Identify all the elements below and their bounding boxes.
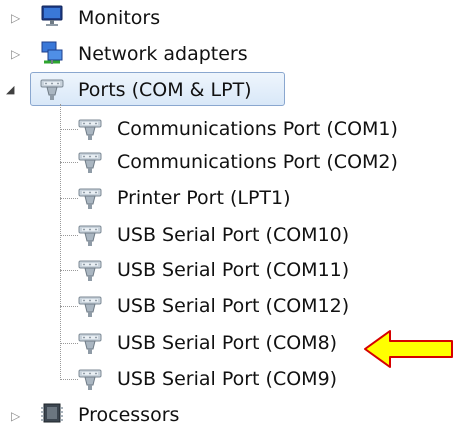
port-connector-icon	[76, 366, 104, 392]
processor-icon	[41, 403, 63, 423]
port-connector-icon	[76, 257, 104, 283]
collapse-ports-icon[interactable]: ◢	[6, 84, 14, 95]
network-adapter-icon	[41, 41, 63, 64]
tree-item-monitors[interactable]: Monitors	[78, 0, 160, 36]
expand-network-adapters-icon[interactable]: ▷	[11, 48, 20, 60]
tree-item-label: USB Serial Port (COM12)	[117, 294, 350, 317]
tree-item-label: Printer Port (LPT1)	[117, 186, 291, 209]
tree-item-label: Communications Port (COM2)	[117, 150, 398, 173]
tree-item-com9[interactable]: USB Serial Port (COM9)	[117, 361, 337, 397]
port-connector-icon	[38, 76, 66, 102]
tree-item-com10[interactable]: USB Serial Port (COM10)	[117, 217, 349, 253]
tree-item-label: Network adapters	[78, 42, 248, 65]
tree-item-label: USB Serial Port (COM11)	[117, 258, 350, 281]
tree-item-com12[interactable]: USB Serial Port (COM12)	[117, 288, 349, 324]
tree-item-network-adapters[interactable]: Network adapters	[78, 36, 248, 72]
tree-item-processors[interactable]: Processors	[78, 397, 179, 432]
tree-item-ports[interactable]: Ports (COM & LPT)	[78, 72, 252, 108]
device-tree: ▷ Monitors ▷ Network adapters ◢ Ports (C…	[0, 0, 456, 432]
port-connector-icon	[76, 222, 104, 248]
port-connector-icon	[76, 293, 104, 319]
tree-item-label: USB Serial Port (COM8)	[117, 331, 338, 354]
tree-item-com2[interactable]: Communications Port (COM2)	[117, 144, 398, 180]
port-connector-icon	[76, 116, 104, 142]
tree-item-com8[interactable]: USB Serial Port (COM8)	[117, 325, 337, 361]
tree-item-label: Ports (COM & LPT)	[78, 78, 252, 101]
tree-guide-line	[60, 104, 61, 380]
tree-item-label: USB Serial Port (COM9)	[117, 367, 338, 390]
monitor-icon	[41, 5, 63, 26]
port-connector-icon	[76, 330, 104, 356]
annotation-arrow-icon	[364, 330, 453, 368]
tree-item-label: USB Serial Port (COM10)	[117, 223, 350, 246]
tree-item-label: Communications Port (COM1)	[117, 117, 398, 140]
expand-processors-icon[interactable]: ▷	[11, 410, 20, 422]
tree-item-com11[interactable]: USB Serial Port (COM11)	[117, 252, 349, 288]
tree-item-label: Processors	[78, 403, 180, 426]
port-connector-icon	[76, 149, 104, 175]
tree-item-com1[interactable]: Communications Port (COM1)	[117, 111, 398, 147]
port-connector-icon	[76, 185, 104, 211]
tree-item-lpt1[interactable]: Printer Port (LPT1)	[117, 180, 291, 216]
expand-monitors-icon[interactable]: ▷	[11, 12, 20, 24]
tree-item-label: Monitors	[78, 6, 161, 29]
